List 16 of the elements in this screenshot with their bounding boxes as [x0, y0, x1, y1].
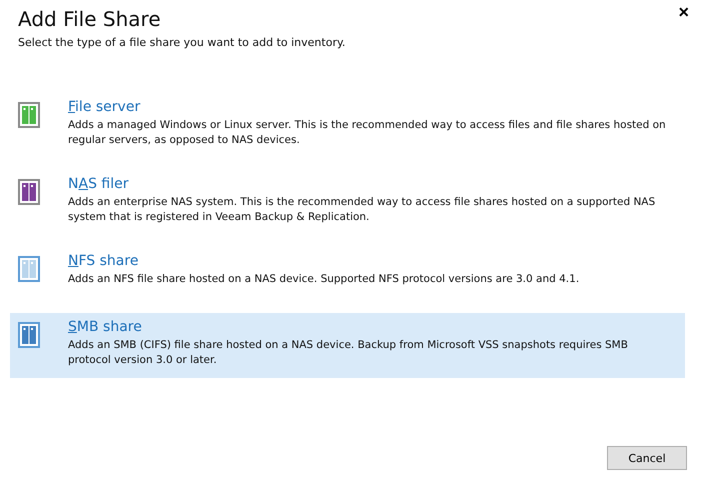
window-title: Add File Share	[18, 6, 162, 32]
option-description: Adds a managed Windows or Linux server. This is the recommended way to access files and file shares hosted on regular servers, as opposed to NAS devices.	[68, 118, 667, 148]
option-title-link[interactable]: File server	[68, 99, 668, 115]
option-row[interactable]: File server Adds a managed Windows or Linux server. This is the recommended way to access files and file shares hosted on regular servers, as opposed to NAS devices.	[10, 93, 685, 158]
close-button[interactable]: ×	[676, 2, 691, 23]
option-title-link[interactable]: SMB share	[68, 319, 668, 335]
window-subtitle: Select the type of a file share you want to add to inventory.	[18, 36, 346, 49]
option-description: Adds an NFS file share hosted on a NAS device. Supported NFS protocol versions are 3.0 and 4.1.	[68, 272, 580, 287]
selected-option-row[interactable]: SMB share Adds an SMB (CIFS) file share hosted on a NAS device. Backup from Microsoft VSS snapshots requires SMB protocol version 3.0 or later.	[10, 313, 685, 378]
option-description: Adds an enterprise NAS system. This is the recommended way to access file shares hosted on a supported NAS system that is registered in Veeam Backup & Replication.	[68, 195, 656, 225]
option-row[interactable]: NFS share Adds an NFS file share hosted on a NAS device. Supported NFS protocol versions are 3.0 and 4.1.	[10, 247, 685, 301]
cancel-button[interactable]: Cancel	[607, 446, 687, 470]
option-row[interactable]: NAS filer Adds an enterprise NAS system. This is the recommended way to access file shares hosted on a supported NAS system that is registered in Veeam Backup & Replication.	[10, 170, 685, 235]
option-description: Adds an SMB (CIFS) file share hosted on a NAS device. Backup from Microsoft VSS snapshots requires SMB protocol version 3.0 or later.	[68, 338, 629, 368]
option-title-link[interactable]: NFS share	[68, 253, 580, 269]
option-title-link[interactable]: NAS filer	[68, 176, 668, 192]
